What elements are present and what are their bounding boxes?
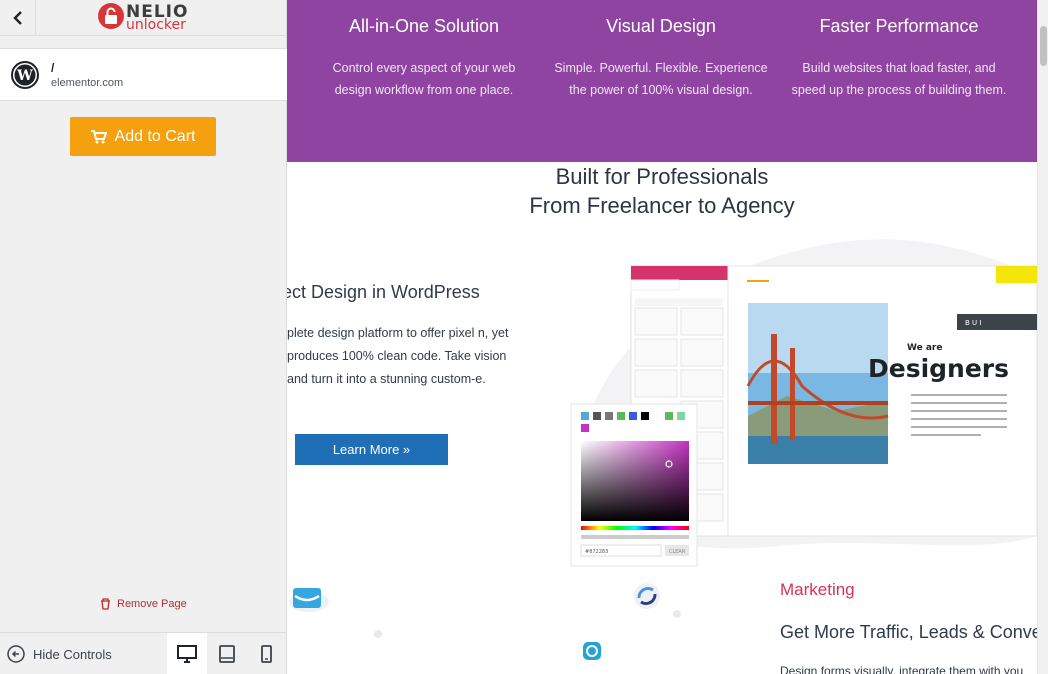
site-domain: elementor.com xyxy=(51,77,124,89)
sidebar: NELIO unlocker W / elementor.com Add to … xyxy=(0,0,287,674)
decorative-dot xyxy=(374,630,382,638)
decorative-dot xyxy=(673,610,681,618)
svg-text:#872283: #872283 xyxy=(585,549,608,555)
wordpress-icon: W xyxy=(11,61,39,89)
back-button[interactable] xyxy=(0,0,36,36)
feature-text: Simple. Powerful. Flexible. Experience t… xyxy=(554,61,768,97)
envelope-icon xyxy=(289,588,329,612)
desktop-icon xyxy=(177,645,197,663)
sidebar-header: NELIO unlocker xyxy=(0,0,287,36)
perfect-design-body: plete design platform to offer pixel n, … xyxy=(287,322,512,391)
features-banner: All-in-One Solution Control every aspect… xyxy=(287,0,1037,162)
cart-icon xyxy=(90,129,107,143)
site-title: / xyxy=(51,61,55,75)
lock-icon xyxy=(98,3,124,29)
chevron-left-icon xyxy=(12,11,22,25)
forms-text: Design forms visually, integrate them wi… xyxy=(780,664,1024,674)
feature-title: All-in-One Solution xyxy=(348,16,500,36)
trash-icon xyxy=(101,598,110,610)
svg-text:B U I: B U I xyxy=(965,319,981,327)
elementor-editor-illustration: B U I We are Designers #872283 CLEAR xyxy=(570,239,1037,567)
feature-text: Build websites that load faster, and spe… xyxy=(791,61,1007,97)
feature-title: Visual Design xyxy=(606,16,716,36)
chat-icon xyxy=(583,642,601,660)
scrollbar-thumb[interactable] xyxy=(1040,26,1047,66)
feature-text: Control every aspect of your web design … xyxy=(332,61,516,97)
svg-text:W: W xyxy=(16,68,33,84)
feature-title: Faster Performance xyxy=(819,16,979,36)
svg-text:CLEAR: CLEAR xyxy=(669,549,686,555)
perfect-body-text: plete design platform to offer pixel n, … xyxy=(287,326,509,386)
learn-more-button[interactable]: Learn More » xyxy=(295,434,448,465)
svg-text:We are: We are xyxy=(907,343,942,353)
tablet-preview-button[interactable] xyxy=(207,633,247,674)
traffic-heading: Get More Traffic, Leads & Conve xyxy=(780,622,1037,642)
logo-text-bottom: unlocker xyxy=(126,17,186,33)
feature-visual-design: Visual Design Simple. Powerful. Flexible… xyxy=(551,16,771,101)
arrow-left-circle-icon xyxy=(7,645,25,663)
tablet-icon xyxy=(219,645,235,663)
site-info: W / elementor.com xyxy=(0,48,287,101)
add-to-cart-button[interactable]: Add to Cart xyxy=(70,117,216,156)
sidebar-footer: Hide Controls xyxy=(0,632,287,674)
nelio-unlocker-logo: NELIO unlocker xyxy=(97,2,189,33)
smartphone-icon xyxy=(260,645,272,663)
built-heading: Built for Professionals From Freelancer … xyxy=(287,162,1037,220)
built-line-2: From Freelancer to Agency xyxy=(529,193,795,218)
mobile-preview-button[interactable] xyxy=(246,633,286,674)
built-line-1: Built for Professionals xyxy=(555,164,769,189)
site-preview[interactable]: All-in-One Solution Control every aspect… xyxy=(287,0,1037,674)
perfect-design-title: fect Design in WordPress xyxy=(287,282,480,302)
refresh-icon xyxy=(634,583,660,609)
scrollbar[interactable] xyxy=(1037,0,1048,674)
hide-controls-button[interactable]: Hide Controls xyxy=(7,645,112,663)
remove-page-label: Remove Page xyxy=(117,598,187,610)
desktop-preview-button[interactable] xyxy=(167,633,207,674)
remove-page-link[interactable]: Remove Page xyxy=(100,598,187,610)
svg-text:Designers: Designers xyxy=(868,354,1009,383)
feature-faster-performance: Faster Performance Build websites that l… xyxy=(789,16,1009,101)
feature-all-in-one: All-in-One Solution Control every aspect… xyxy=(314,16,534,101)
hide-controls-label: Hide Controls xyxy=(33,646,112,662)
marketing-label: Marketing xyxy=(780,580,855,599)
add-to-cart-label: Add to Cart xyxy=(114,127,196,145)
